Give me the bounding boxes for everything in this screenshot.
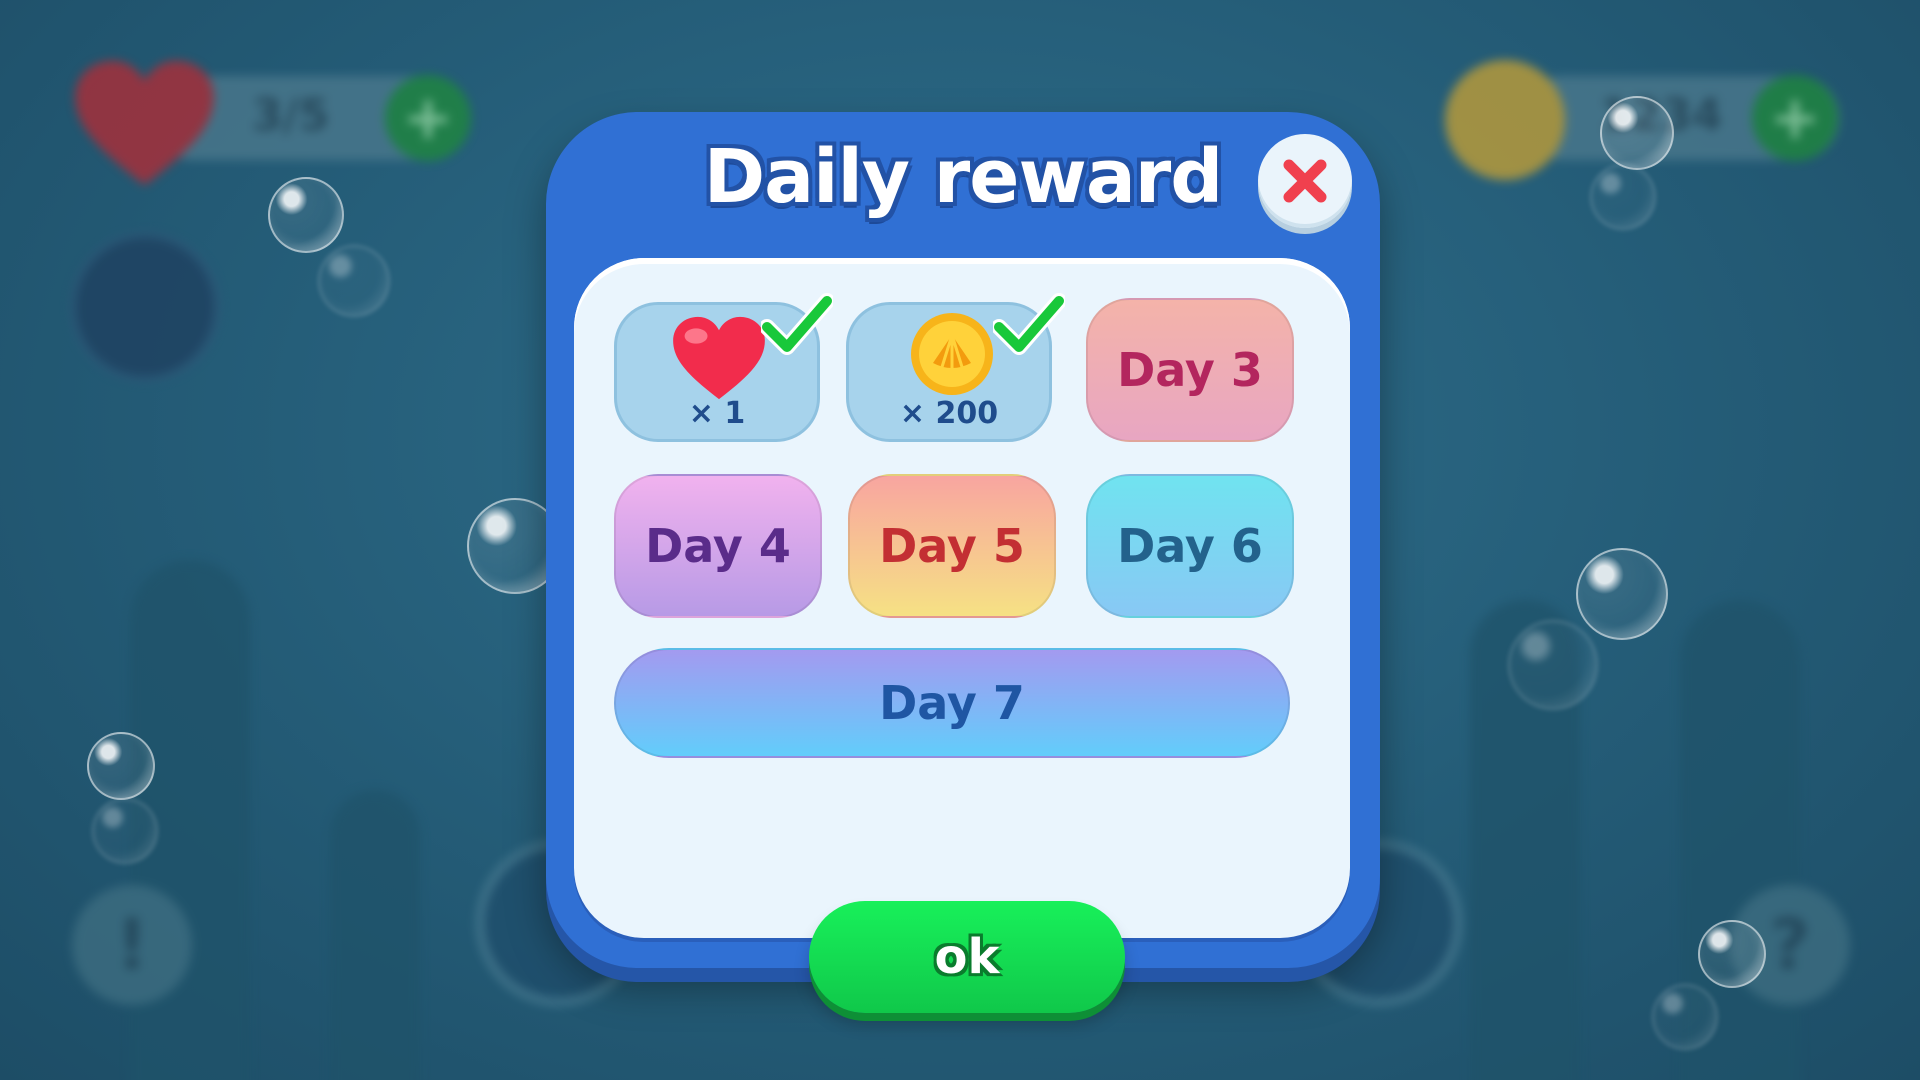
reward-day-3: Day 3 [1086,298,1294,442]
reward-day-1: × 1 [614,293,833,442]
reward-quantity: × 200 [899,396,999,431]
coins-icon [1445,60,1565,180]
bubble [1508,620,1598,710]
bubble [1698,920,1766,988]
avatar[interactable] [70,232,220,382]
reward-day-2: × 200 [846,293,1065,442]
reward-day-6: Day 6 [1086,474,1294,618]
bubble [268,177,344,253]
heart-icon [673,316,765,400]
reward-day-4: Day 4 [614,474,822,618]
game-scene: 3/5 + 1234 + ! ? Daily reward [0,0,1920,1080]
info-button[interactable]: ! [72,885,192,1005]
bubble [1652,984,1718,1050]
reward-quantity: × 1 [688,396,746,431]
bubble [1590,164,1656,230]
checkmark-icon [761,293,833,355]
dialog-title: Daily reward [703,134,1224,220]
close-icon [1283,159,1327,203]
reward-day-5: Day 5 [848,474,1056,618]
reward-day-7: Day 7 [614,648,1290,758]
shell-coin-icon [911,313,993,395]
checkmark-icon [993,293,1065,355]
close-button[interactable] [1258,134,1352,228]
bubble [318,245,390,317]
ok-button[interactable]: ok [809,901,1125,1013]
bubble [1576,548,1668,640]
lives-heart-icon [75,60,214,186]
seaweed [330,790,420,1080]
rewards-panel: × 1 × 200 Day 3 Day 4 Day 5 Day 6 Day 7 … [574,258,1350,1013]
bubble [87,732,155,800]
bubble [92,798,158,864]
daily-reward-dialog: Daily reward × 1 × 200 Day 3 Day 4 Day 5… [546,112,1380,1013]
add-lives-button[interactable]: + [385,75,471,161]
bubble [1600,96,1674,170]
lives-count: 3/5 [252,90,330,141]
add-coins-button[interactable]: + [1752,75,1838,161]
